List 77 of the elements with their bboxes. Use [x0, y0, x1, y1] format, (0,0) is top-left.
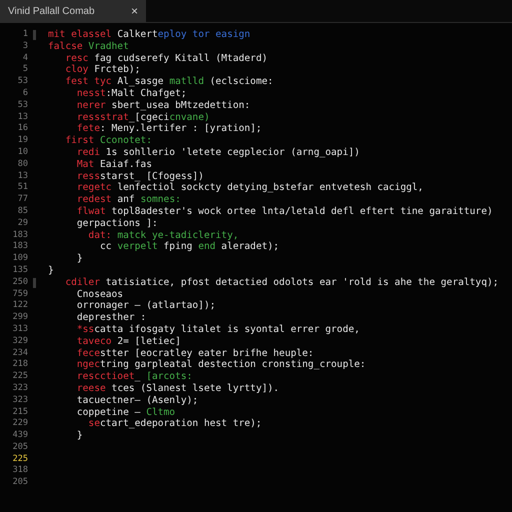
line-number: 323: [12, 394, 28, 406]
line-number: 299: [12, 312, 28, 324]
line-number: 10: [16, 146, 28, 159]
line-number: 77: [16, 194, 28, 206]
code-line: falcse Vradhet: [48, 40, 129, 53]
line-number: 205: [12, 442, 28, 454]
line-number: 13: [16, 112, 28, 124]
code-line: cloy Frcteb);: [64, 64, 140, 76]
line-number: 313: [12, 324, 28, 336]
code-line: tacuectner– (Asenly);: [76, 394, 198, 406]
line-number: 16: [16, 123, 28, 136]
line-number: 218: [12, 359, 28, 372]
code-line: orronager – (atlartao]);: [76, 300, 216, 312]
line-number: 234: [12, 348, 28, 360]
code-line: reese tces (Slanest lsete lyrtty]).: [76, 382, 280, 395]
code-line: nesst:Malt Chafget;: [76, 88, 187, 100]
line-number: 439: [12, 430, 28, 442]
line-number: 3: [22, 40, 28, 53]
code-line: nerer sbert_usea bMtzedettion:: [76, 100, 250, 112]
code-line: depresther :: [76, 312, 146, 324]
code-line: cc verpelt fping end aleradet);: [98, 241, 280, 254]
line-number: 19: [16, 135, 28, 147]
tab-title: Vinid Pallall Comab: [8, 4, 95, 18]
line-number: 225: [12, 454, 28, 466]
line-number: 135: [12, 264, 28, 277]
code-line: taveco 2= [letiec]: [76, 336, 181, 348]
code-line: ress starst_ [Cfogess]): [76, 170, 204, 182]
code-line: cdiler tatisiatice, pfost detactied odolots ear 'rold is ahe the geraltyq);: [64, 276, 499, 289]
code-line: rescctioet_ [arcots:: [76, 371, 192, 383]
code-line: }: [48, 264, 54, 277]
line-number: 53: [16, 76, 28, 88]
code-line: first Cconotet:: [64, 135, 152, 147]
close-icon[interactable]: ×: [130, 2, 138, 20]
line-number: 323: [12, 382, 28, 395]
line-number: 85: [16, 206, 28, 218]
line-number: 122: [12, 300, 28, 312]
code-line: mit elassel Calkerteploy tor easign: [48, 29, 250, 41]
line-number: 759: [12, 288, 28, 300]
line-number: 80: [16, 158, 28, 171]
code-line: fecestter [eocratley eater brifhe heuple:: [76, 348, 314, 360]
code-line: ressstrat_[cgecicnvane): [76, 112, 210, 124]
code-line: redi 1s sohllerio 'letete cegplecior (arng_oapi]): [76, 146, 360, 159]
line-number: 13: [16, 170, 28, 182]
editor-tab[interactable]: Vinid Pallall Comab ×: [0, 0, 146, 22]
line-number: 183: [12, 230, 28, 242]
code-line: fete: Meny.lertifer : [yration];: [76, 123, 262, 136]
code-line: regetc lenfectiol sockcty detying_bstefar entvetesh caciggl,: [76, 182, 424, 194]
code-line: Cnoseaos: [76, 288, 124, 300]
line-number: 4: [22, 52, 28, 64]
code-line: redest anf somnes:: [76, 194, 181, 206]
line-number: 205: [12, 477, 28, 490]
line-number: 5: [22, 64, 28, 76]
line-number: 250: [12, 276, 28, 289]
code-line: }: [76, 430, 83, 442]
line-number: 109: [12, 253, 28, 265]
line-number: 329: [12, 336, 28, 348]
code-line: flwat topl8adester's wock ortee lnta/letald defl eftert tine garaitture): [76, 206, 493, 218]
code-line: dat: matck ye-tadiclerity,: [87, 230, 239, 242]
code-line: ngectring garpleatal destection cronsting_crouple:: [76, 359, 366, 372]
code-line: resc fag cudserefy Kitall (Mtaderd): [64, 52, 268, 64]
line-number: 183: [12, 241, 28, 254]
line-number: 1: [22, 29, 28, 41]
line-number: 53: [16, 100, 28, 112]
line-number: 6: [22, 88, 28, 100]
line-number: 215: [12, 406, 28, 418]
line-number: 29: [16, 218, 28, 230]
code-line: }: [76, 253, 83, 265]
code-line: sectart_edeporation hest tre);: [87, 418, 262, 430]
line-number: 318: [12, 465, 28, 478]
code-line: coppetine – Cltmo: [76, 406, 176, 418]
code-line: Mat Eaiaf.fas: [76, 158, 152, 171]
line-number: 229: [12, 418, 28, 430]
code-line: gerpactions ]:: [76, 218, 158, 230]
code-line: *sscatta ifosgaty litalet is syontal errer grode,: [76, 324, 360, 336]
code-line: fest tyc Al_sasge matlld (eclsciome:: [64, 76, 274, 88]
line-number: 225: [12, 371, 28, 383]
line-number: 51: [16, 182, 28, 194]
